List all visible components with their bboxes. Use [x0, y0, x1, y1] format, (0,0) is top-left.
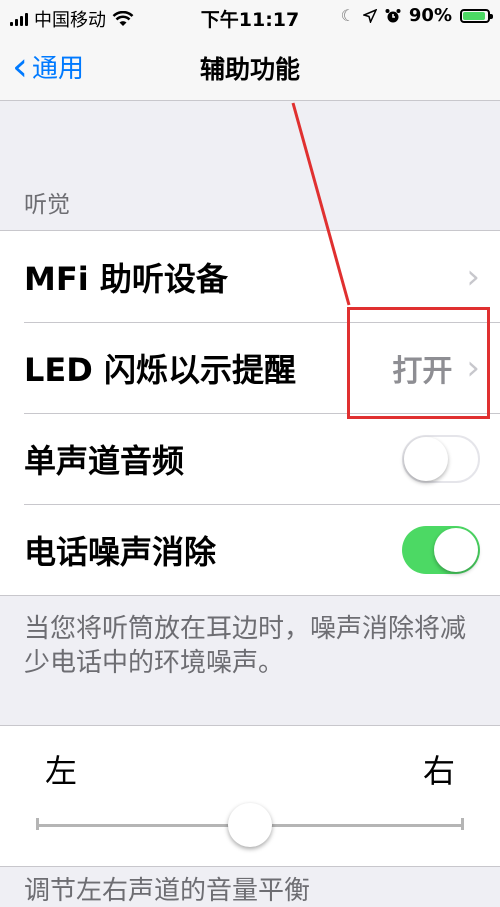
hearing-footer-note: 当您将听筒放在耳边时，噪声消除将减少电话中的环境噪声。	[24, 614, 467, 678]
mono-audio-toggle[interactable]	[402, 434, 480, 483]
moon-icon: ☾	[340, 6, 355, 25]
battery-percent: 90%	[408, 5, 452, 26]
row-label: 电话噪声消除	[24, 532, 217, 571]
balance-left-label: 左	[45, 752, 78, 790]
slider-tick-right	[461, 818, 464, 830]
row-label: LED 闪烁以示提醒	[24, 350, 296, 389]
section-header-balance: 调节左右声道的音量平衡	[24, 876, 311, 906]
row-label: 单声道音频	[24, 441, 185, 480]
location-icon	[362, 8, 377, 23]
balance-right-label: 右	[422, 752, 455, 790]
alarm-icon	[385, 8, 401, 22]
balance-slider[interactable]	[36, 803, 464, 847]
noise-cancellation-toggle[interactable]	[402, 525, 480, 574]
navigation-bar: ‹ 通用 辅助功能	[0, 34, 500, 101]
battery-icon	[460, 8, 493, 23]
page-title: 辅助功能	[199, 55, 300, 84]
annotation-highlight-box	[347, 307, 490, 419]
section-header-hearing: 听觉	[24, 192, 70, 218]
chevron-right-icon: ›	[466, 256, 480, 297]
slider-thumb[interactable]	[228, 803, 272, 847]
row-phone-noise-cancellation: 电话噪声消除	[0, 504, 500, 595]
slider-tick-left	[36, 818, 39, 830]
row-label: MFi 助听设备	[24, 259, 228, 298]
balance-group: 左 右	[0, 725, 500, 867]
status-bar: 中国移动 下午11:17 ☾ 90%	[0, 0, 500, 34]
row-mono-audio: 单声道音频	[0, 413, 500, 504]
